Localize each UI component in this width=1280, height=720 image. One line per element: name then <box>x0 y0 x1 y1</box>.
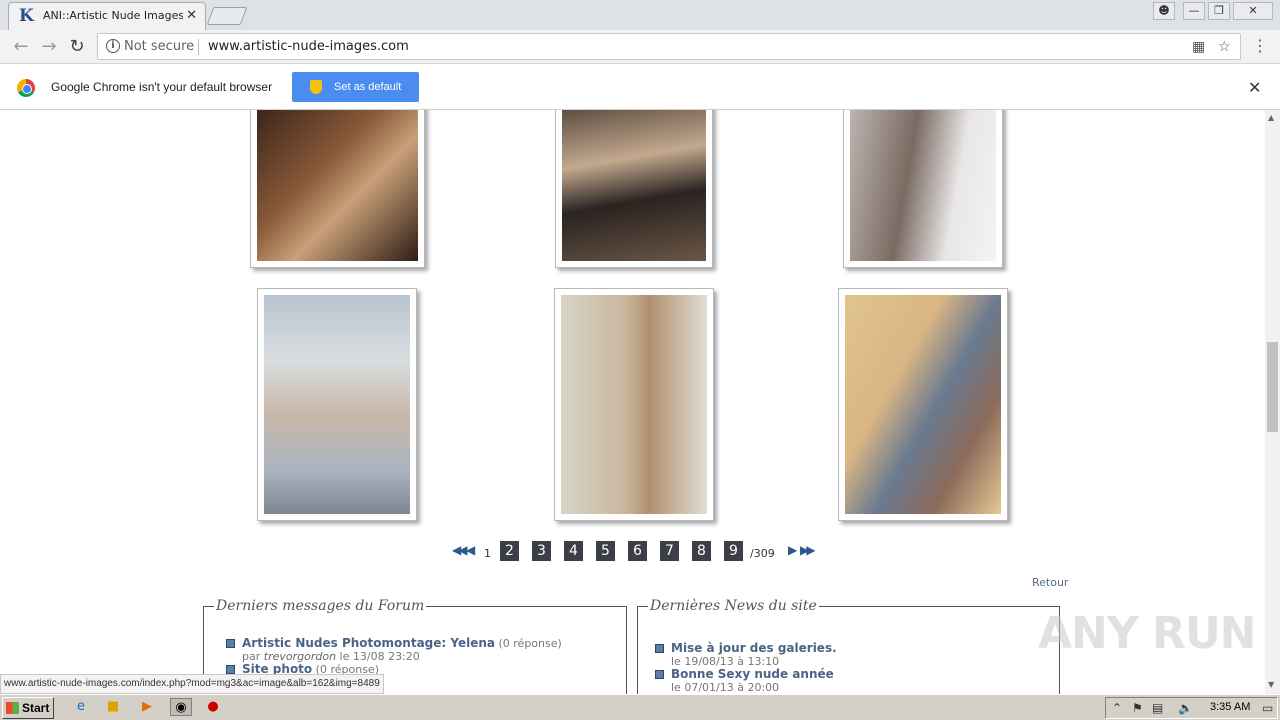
minimize-button[interactable]: — <box>1183 2 1205 20</box>
new-tab-button[interactable] <box>206 7 248 25</box>
page-link[interactable]: 2 <box>500 541 519 561</box>
chrome-logo-icon <box>17 79 35 97</box>
infobar-close-icon[interactable]: ✕ <box>1248 78 1261 97</box>
start-label: Start <box>22 701 50 715</box>
media-player-icon[interactable]: ▶ <box>138 698 156 716</box>
status-bubble-url: www.artistic-nude-images.com/index.php?m… <box>0 674 384 694</box>
chrome-menu-icon[interactable]: ⋮ <box>1252 37 1268 55</box>
gallery-thumbnail[interactable] <box>555 110 713 268</box>
news-entry: Mise à jour des galeries. le 19/08/13 à … <box>671 641 1051 668</box>
gallery-thumbnail[interactable] <box>843 110 1003 268</box>
next-page-icon[interactable]: ▶ <box>788 543 797 557</box>
prev-page-icon[interactable]: ◀ <box>466 543 475 557</box>
page-link[interactable]: 3 <box>532 541 551 561</box>
divider <box>198 39 199 55</box>
photo <box>850 110 996 261</box>
taskbar-clock[interactable]: 3:35 AM <box>1210 701 1250 713</box>
page-link[interactable]: 8 <box>692 541 711 561</box>
news-entry-title[interactable]: Mise à jour des galeries. <box>671 641 837 655</box>
first-page-icon[interactable]: ◀◀ <box>452 543 468 557</box>
translate-icon[interactable]: ▦ <box>1192 39 1205 55</box>
news-entry: Bonne Sexy nude année le 07/01/13 à 20:0… <box>671 667 1051 694</box>
page-content: ◀◀ ◀ 1 2 3 4 5 6 7 8 9 /309 ▶ ▶▶ Retour … <box>0 110 1265 694</box>
photo <box>562 110 706 261</box>
scroll-down-icon[interactable]: ▼ <box>1268 680 1274 689</box>
volume-icon[interactable]: 🔈 <box>1178 701 1193 715</box>
set-as-default-button[interactable]: Set as default <box>292 72 419 102</box>
network-icon[interactable]: ▤ <box>1152 701 1163 715</box>
page-link[interactable]: 9 <box>724 541 743 561</box>
photo <box>257 110 418 261</box>
current-page: 1 <box>484 547 491 560</box>
forum-box-title: Derniers messages du Forum <box>216 598 425 614</box>
browser-tab[interactable]: K ANI::Artistic Nude Images:: ✕ <box>8 2 206 30</box>
infobar-message: Google Chrome isn't your default browser <box>51 80 273 94</box>
tab-close-icon[interactable]: ✕ <box>186 8 197 23</box>
security-label: Not secure <box>124 39 195 54</box>
profile-icon[interactable]: ☻ <box>1153 2 1175 20</box>
gallery-thumbnail[interactable] <box>257 288 417 521</box>
news-entry-title[interactable]: Bonne Sexy nude année <box>671 667 834 681</box>
page-link[interactable]: 5 <box>596 541 615 561</box>
close-window-button[interactable]: ✕ <box>1233 2 1273 20</box>
bullet-icon <box>226 639 235 648</box>
internet-explorer-icon[interactable]: e <box>72 698 90 716</box>
bullet-icon <box>226 665 235 674</box>
browser-toolbar: ← → ↻ i Not secure www.artistic-nude-ima… <box>0 30 1280 64</box>
photo <box>264 295 410 514</box>
scroll-up-icon[interactable]: ▲ <box>1268 113 1274 122</box>
bullet-icon <box>655 644 664 653</box>
last-page-icon[interactable]: ▶▶ <box>800 543 816 557</box>
address-bar[interactable]: i Not secure www.artistic-nude-images.co… <box>97 33 1241 60</box>
system-tray: ⌃ ⚑ ▤ 🔈 3:35 AM ▭ <box>1105 697 1278 719</box>
info-icon[interactable]: i <box>106 39 120 53</box>
forum-entry-replies: (0 réponse) <box>498 637 562 650</box>
show-desktop-icon[interactable]: ▭ <box>1262 701 1273 715</box>
default-browser-infobar: Google Chrome isn't your default browser… <box>0 65 1280 110</box>
page-total: /309 <box>750 547 775 560</box>
page-scrollbar[interactable]: ▲ ▼ <box>1265 110 1280 694</box>
bullet-icon <box>655 670 664 679</box>
restore-button[interactable]: ❐ <box>1208 2 1230 20</box>
page-link[interactable]: 4 <box>564 541 583 561</box>
back-icon[interactable]: ← <box>10 36 32 58</box>
gallery-thumbnail[interactable] <box>250 110 425 268</box>
gallery-thumbnail[interactable] <box>554 288 714 521</box>
pagination: ◀◀ ◀ 1 2 3 4 5 6 7 8 9 /309 ▶ ▶▶ <box>452 541 832 561</box>
bookmark-star-icon[interactable]: ☆ <box>1218 39 1231 55</box>
title-bar: K ANI::Artistic Nude Images:: ✕ ☻ — ❐ ✕ <box>0 0 1280 30</box>
forum-entry-title[interactable]: Artistic Nudes Photomontage: Yelena <box>242 636 495 650</box>
stop-icon[interactable]: ● <box>204 698 222 716</box>
uac-shield-icon <box>310 80 322 94</box>
start-button[interactable]: Start <box>2 697 54 719</box>
site-favicon-icon: K <box>19 6 34 26</box>
action-center-flag-icon[interactable]: ⚑ <box>1132 701 1143 715</box>
page-link[interactable]: 6 <box>628 541 647 561</box>
news-entry-date: le 07/01/13 à 20:00 <box>671 681 780 694</box>
forum-entry: Artistic Nudes Photomontage: Yelena (0 r… <box>242 636 622 663</box>
page-link[interactable]: 7 <box>660 541 679 561</box>
reload-icon[interactable]: ↻ <box>66 36 88 58</box>
chrome-taskbar-icon[interactable]: ◉ <box>170 698 192 716</box>
photo <box>561 295 707 514</box>
explorer-folder-icon[interactable]: ■ <box>104 698 122 716</box>
tray-expand-icon[interactable]: ⌃ <box>1112 701 1122 715</box>
gallery-thumbnail[interactable] <box>838 288 1008 521</box>
windows-taskbar: Start e ■ ▶ ◉ ● ⌃ ⚑ ▤ 🔈 3:35 AM ▭ <box>0 694 1280 720</box>
url-text[interactable]: www.artistic-nude-images.com <box>208 39 409 54</box>
scrollbar-thumb[interactable] <box>1267 342 1278 432</box>
forward-icon[interactable]: → <box>38 36 60 58</box>
tab-title: ANI::Artistic Nude Images:: <box>43 9 183 22</box>
photo <box>845 295 1001 514</box>
watermark-logo: ANY RUN <box>1038 608 1256 659</box>
set-as-default-label: Set as default <box>334 81 402 93</box>
news-box-title: Dernières News du site <box>650 598 817 614</box>
windows-logo-icon <box>6 702 19 714</box>
retour-link[interactable]: Retour <box>1032 576 1068 589</box>
